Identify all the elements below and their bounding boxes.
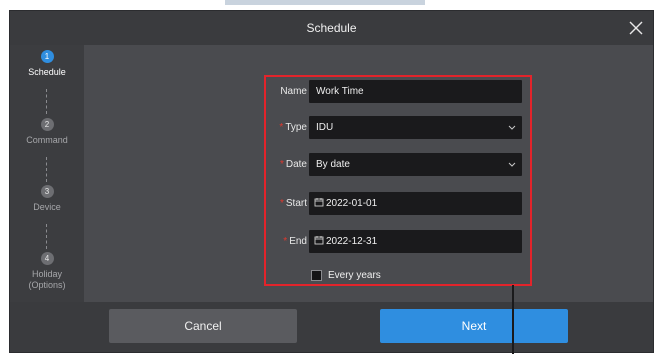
step-holiday[interactable]: 4 Holiday (Options) (10, 252, 84, 291)
name-field[interactable]: Work Time (309, 80, 522, 103)
cancel-button[interactable]: Cancel (109, 309, 297, 343)
every-years-row[interactable]: Every years (311, 268, 381, 282)
dialog-title: Schedule (306, 21, 357, 35)
close-button[interactable] (625, 17, 647, 39)
date-value: By date (316, 159, 350, 170)
schedule-dialog: Schedule 1 Schedule 2 Command 3 Device 4… (9, 10, 654, 353)
end-label: * End (283, 236, 307, 247)
step-number: 3 (40, 185, 54, 198)
start-date-value: 2022-01-01 (326, 198, 378, 209)
step-command[interactable]: 2 Command (10, 118, 84, 146)
calendar-icon (314, 236, 324, 245)
end-row: * End 2022-12-31 (260, 230, 526, 253)
calendar-icon (314, 198, 324, 207)
step-schedule[interactable]: 1 Schedule (10, 50, 84, 78)
close-icon (629, 21, 643, 35)
start-date-field[interactable]: 2022-01-01 (309, 192, 522, 215)
required-marker: * (279, 159, 284, 170)
date-label: * Date (279, 159, 307, 170)
name-row: Name Work Time (260, 80, 526, 103)
step-connector (46, 157, 47, 182)
end-date-field[interactable]: 2022-12-31 (309, 230, 522, 253)
dialog-footer: Cancel Next (10, 302, 653, 352)
type-row: * Type IDU (260, 116, 526, 139)
step-label: Device (33, 202, 61, 212)
step-sidebar: 1 Schedule 2 Command 3 Device 4 Holiday … (10, 45, 84, 302)
required-marker: * (279, 198, 284, 209)
type-select[interactable]: IDU (309, 116, 522, 139)
required-marker: * (283, 236, 288, 247)
type-label: * Type (279, 122, 307, 133)
step-label: Schedule (28, 67, 66, 77)
step-number: 4 (40, 252, 54, 265)
every-years-checkbox[interactable] (311, 269, 322, 281)
callout-line (512, 285, 514, 354)
step-label: Command (26, 135, 68, 145)
type-value: IDU (316, 122, 334, 133)
step-label: Holiday (Options) (28, 269, 66, 290)
next-button[interactable]: Next (380, 309, 568, 343)
start-row: * Start 2022-01-01 (260, 192, 526, 215)
step-number: 1 (40, 50, 54, 63)
end-date-value: 2022-12-31 (326, 236, 378, 247)
step-connector (46, 224, 47, 249)
every-years-label: Every years (328, 269, 381, 281)
step-connector (46, 89, 47, 114)
chevron-down-icon (508, 125, 516, 130)
step-number: 2 (40, 118, 54, 131)
chevron-down-icon (508, 162, 516, 167)
date-row: * Date By date (260, 153, 526, 176)
start-label: * Start (279, 198, 307, 209)
top-strip (0, 0, 659, 10)
step-device[interactable]: 3 Device (10, 185, 84, 213)
dialog-titlebar: Schedule (10, 11, 653, 45)
required-marker: * (279, 122, 284, 133)
name-label: Name (280, 86, 307, 97)
date-select[interactable]: By date (309, 153, 522, 176)
background-bar (225, 0, 425, 5)
